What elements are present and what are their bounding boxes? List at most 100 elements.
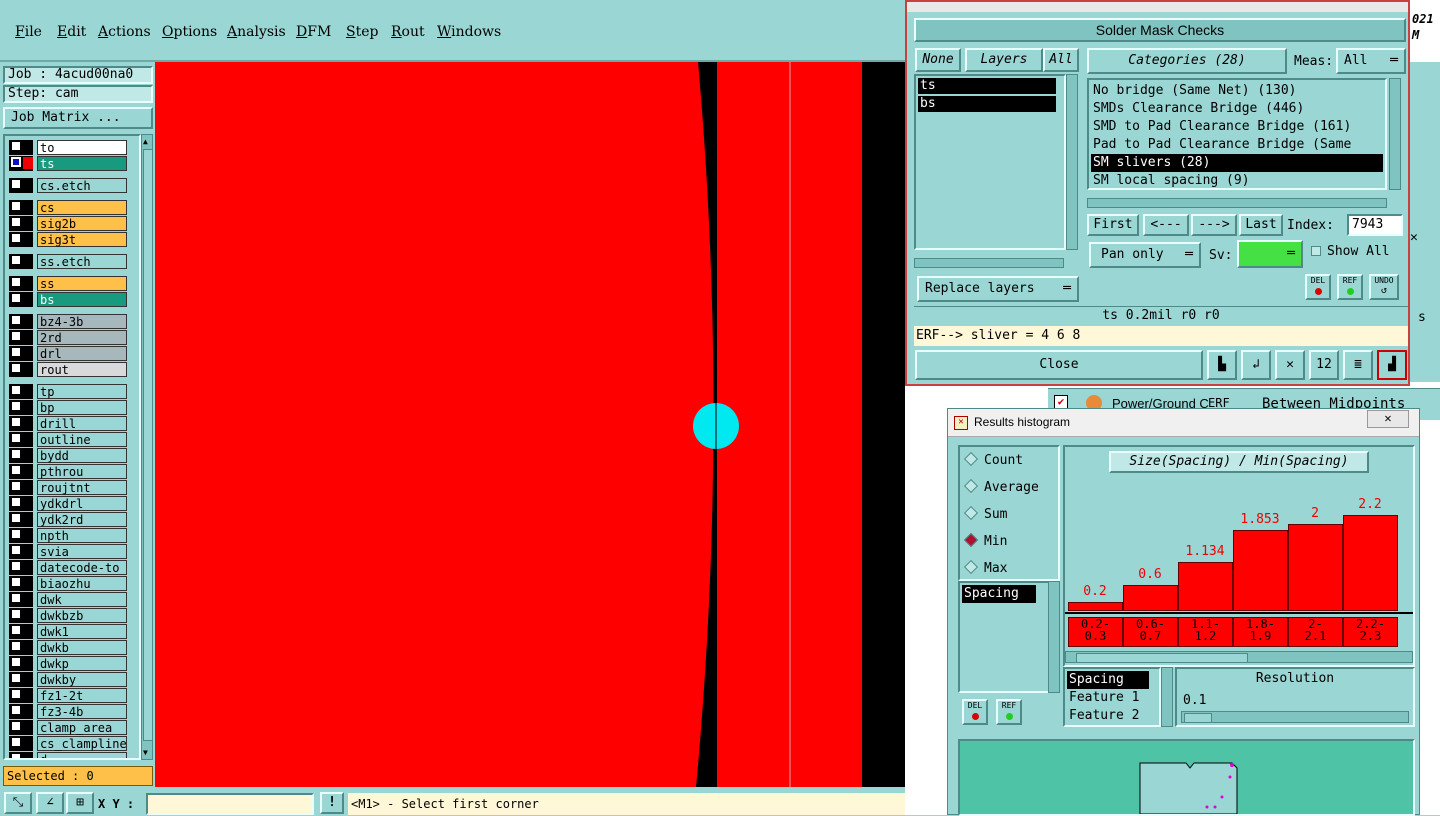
layer-name[interactable]: cs.etch [37,178,127,193]
layer-checkbox[interactable] [11,157,21,167]
report-tool-icon[interactable]: ≣ [1343,350,1373,380]
layer-row-drill[interactable]: drill [9,416,127,431]
histogram-tool-icon[interactable]: ▟ [1377,350,1407,380]
layer-checkbox[interactable] [11,481,21,491]
layer-checkbox[interactable] [11,277,21,287]
layer-row-bydd[interactable]: bydd [9,448,127,463]
ref-button[interactable]: REF [1337,274,1363,300]
measure-list-scrollbar[interactable] [1048,581,1060,693]
layer-name[interactable]: dwk [37,592,127,607]
category-item[interactable]: No bridge (Same Net) (130) [1091,82,1383,100]
grid-icon[interactable]: ⊞ [66,792,94,814]
alert-icon[interactable]: ! [320,792,344,814]
layer-name[interactable]: cs_clampline [37,736,127,751]
chart-hscroll[interactable] [1065,651,1413,663]
menu-rout[interactable]: Rout [391,24,425,40]
feature-item[interactable]: Feature 2 [1067,707,1149,725]
category-item[interactable]: SM local spacing (9) [1091,172,1383,190]
layer-checkbox[interactable] [11,593,21,603]
layer-checkbox[interactable] [11,141,21,151]
layer-row-ts[interactable]: ts [9,156,127,171]
layer-checkbox[interactable] [11,401,21,411]
hist-del-button[interactable]: DEL [962,699,988,725]
layer-checkbox[interactable] [11,433,21,443]
layer-name[interactable]: ss [37,276,127,291]
layer-name[interactable]: datecode-to [37,560,127,575]
layer-checkbox[interactable] [11,201,21,211]
job-matrix-button[interactable]: Job Matrix ... [3,107,153,129]
layer-row-sig3t[interactable]: sig3t [9,232,127,247]
layer-row-tp[interactable]: tp [9,384,127,399]
close-button[interactable]: Close [915,350,1203,380]
layer-checkbox[interactable] [11,577,21,587]
layer-name[interactable]: to [37,140,127,155]
sv-color-dropdown[interactable]: ═ [1237,240,1303,268]
layer-name[interactable]: dwkb [37,640,127,655]
layer-row-dwkb[interactable]: dwkb [9,640,127,655]
replace-layers-dropdown[interactable]: Replace layers ═ [917,276,1079,302]
layer-checkbox[interactable] [11,545,21,555]
measure-icon[interactable]: ∠ [36,792,64,814]
categories-button[interactable]: Categories (28) [1087,48,1287,74]
layer-row-svia[interactable]: svia [9,544,127,559]
measure-list-item[interactable]: Spacing [962,585,1036,603]
layer-row-bz4-3b[interactable]: bz4-3b [9,314,127,329]
layer-row-to[interactable]: to [9,140,127,155]
layer-checkbox[interactable] [11,561,21,571]
layer-checkbox[interactable] [11,217,21,227]
layer-name[interactable]: sig2b [37,216,127,231]
layer-row-datecode-to[interactable]: datecode-to [9,560,127,575]
layer-name[interactable]: d [37,752,127,758]
layer-name[interactable]: ydk2rd [37,512,127,527]
category-item[interactable]: SMDs Clearance Bridge (446) [1091,100,1383,118]
layer-checkbox[interactable] [11,293,21,303]
graphics-canvas[interactable] [155,62,948,787]
clear-tool-icon[interactable]: ✕ [1275,350,1305,380]
radio-count[interactable]: Count [963,451,1023,468]
layer-checkbox[interactable] [11,363,21,373]
layer-name[interactable]: svia [37,544,127,559]
resolution-slider[interactable] [1181,711,1409,723]
menu-actions[interactable]: Actions [98,24,151,40]
layer-row-outline[interactable]: outline [9,432,127,447]
layer-checkbox[interactable] [11,331,21,341]
layer-name[interactable]: fz1-2t [37,688,127,703]
feature-list[interactable]: Spacing Feature 1 Feature 2 [1063,667,1161,727]
exit-tool-icon[interactable]: ↲ [1241,350,1271,380]
histogram-bar[interactable] [1343,515,1398,611]
layer-name[interactable]: cs [37,200,127,215]
layers-none-button[interactable]: None [915,48,961,72]
layer-row-dwkbzb[interactable]: dwkbzb [9,608,127,623]
radio-max[interactable]: Max [963,559,1007,576]
layer-row-cs_clampline[interactable]: cs_clampline [9,736,127,751]
layer-name[interactable]: drill [37,416,127,431]
layer-name[interactable]: outline [37,432,127,447]
category-item[interactable]: SMD to Pad Clearance Bridge (161) [1091,118,1383,136]
xy-input[interactable] [146,793,314,815]
layer-checkbox[interactable] [11,737,21,747]
category-hscroll[interactable] [1087,198,1387,208]
layer-row-npth[interactable]: npth [9,528,127,543]
layer-checkbox[interactable] [11,641,21,651]
layer-checkbox[interactable] [11,673,21,683]
histogram-bar[interactable] [1178,561,1233,611]
layer-name[interactable]: ss.etch [37,254,127,269]
layer-row-bs[interactable]: bs [9,292,127,307]
layer-name[interactable]: dwkby [37,672,127,687]
layer-checkbox[interactable] [11,347,21,357]
layer-row-rout[interactable]: rout [9,362,127,377]
layer-name[interactable]: drl [37,346,127,361]
layer-checkbox[interactable] [11,753,21,758]
radio-average[interactable]: Average [963,478,1039,495]
measure-list[interactable]: Spacing [958,581,1050,693]
layer-checkbox[interactable] [11,233,21,243]
layer-name[interactable]: bs [37,292,127,307]
undo-button[interactable]: UNDO ↺ [1369,274,1399,300]
layer-row-sig2b[interactable]: sig2b [9,216,127,231]
layer-row-dwkby[interactable]: dwkby [9,672,127,687]
index-input[interactable]: 7943 [1347,214,1403,236]
layer-name[interactable]: sig3t [37,232,127,247]
layers-all-button[interactable]: All [1043,48,1079,72]
layer-name[interactable]: dwkp [37,656,127,671]
category-item[interactable]: Pad to Pad Clearance Bridge (Same [1091,136,1383,154]
